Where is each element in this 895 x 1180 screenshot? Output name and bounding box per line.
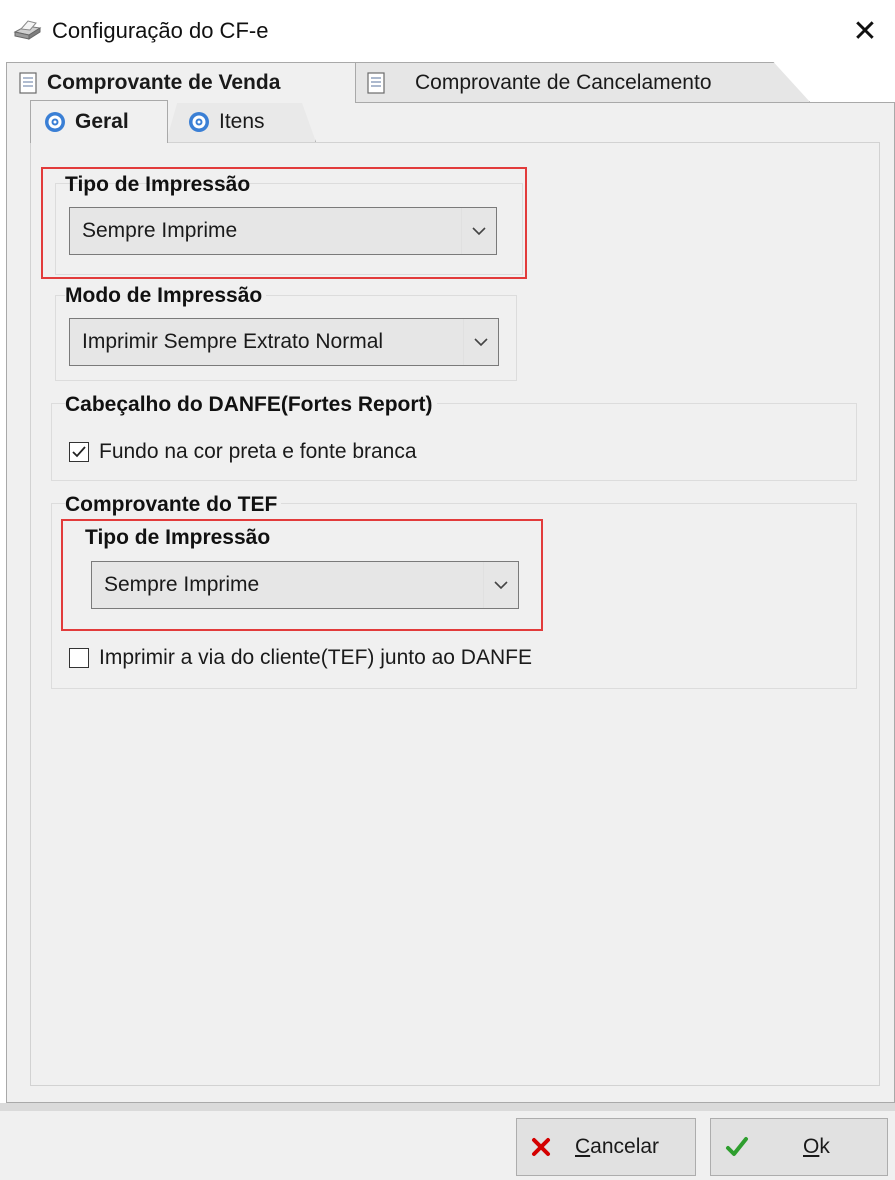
window-title: Configuração do CF-e (52, 18, 269, 43)
tab-comprovante-venda[interactable]: Comprovante de Venda (6, 62, 356, 103)
gear-icon (45, 112, 65, 132)
tab-comprovante-cancelamento[interactable]: Comprovante de Cancelamento (354, 62, 810, 102)
ok-button[interactable]: Ok (710, 1118, 888, 1176)
footer-separator (0, 1103, 895, 1111)
select-value: Sempre Imprime (82, 219, 238, 242)
chevron-down-icon (461, 208, 496, 254)
modo-impressao-label: Modo de Impressão (65, 284, 267, 308)
title-bar: Configuração do CF-e ✕ (0, 0, 895, 62)
printer-icon (13, 20, 42, 40)
checkbox-label: Imprimir a via do cliente(TEF) junto ao … (99, 646, 532, 669)
dialog-window: Configuração do CF-e ✕ Comprovante de Ve… (0, 0, 895, 1180)
modo-impressao-select[interactable]: Imprimir Sempre Extrato Normal (69, 318, 499, 366)
select-value: Imprimir Sempre Extrato Normal (82, 330, 384, 353)
tab-label: Geral (75, 110, 129, 133)
tipo-impressao-select[interactable]: Sempre Imprime (69, 207, 497, 255)
geral-panel: Tipo de Impressão Sempre Imprime Modo de… (30, 142, 880, 1086)
tab-itens[interactable]: Itens (166, 100, 316, 142)
main-tab-strip: Comprovante de Venda Comprovante de Canc… (0, 62, 895, 103)
document-icon (367, 71, 385, 94)
via-cliente-checkbox[interactable] (69, 648, 89, 668)
close-button[interactable]: ✕ (835, 0, 895, 62)
tef-tipo-impressao-select[interactable]: Sempre Imprime (91, 561, 519, 609)
tef-tipo-impressao-label: Tipo de Impressão (85, 526, 271, 549)
tef-label: Comprovante do TEF (65, 493, 282, 517)
checkbox-label: Fundo na cor preta e fonte branca (99, 440, 417, 463)
cabecalho-label: Cabeçalho do DANFE(Fortes Report) (65, 393, 437, 417)
fundo-preto-checkbox-row[interactable]: Fundo na cor preta e fonte branca (69, 440, 417, 464)
tipo-impressao-label: Tipo de Impressão (65, 173, 251, 196)
select-value: Sempre Imprime (104, 573, 260, 596)
chevron-down-icon (463, 319, 498, 365)
gear-icon (189, 111, 209, 132)
fundo-preto-checkbox[interactable] (69, 442, 89, 462)
tab-label: Itens (219, 109, 265, 133)
chevron-down-icon (483, 562, 518, 608)
tab-geral[interactable]: Geral (30, 100, 168, 143)
cancel-button[interactable]: Cancelar (516, 1118, 696, 1176)
document-icon (19, 72, 37, 94)
cancel-label: Cancelar (575, 1135, 660, 1158)
via-cliente-checkbox-row[interactable]: Imprimir a via do cliente(TEF) junto ao … (69, 646, 532, 670)
checkmark-icon (72, 446, 86, 458)
tab-label: Comprovante de Venda (47, 71, 281, 94)
green-check-icon (726, 1137, 748, 1156)
ok-label: Ok (803, 1135, 830, 1158)
tab-label: Comprovante de Cancelamento (415, 70, 712, 94)
close-icon: ✕ (852, 14, 878, 48)
red-x-icon (532, 1138, 550, 1156)
